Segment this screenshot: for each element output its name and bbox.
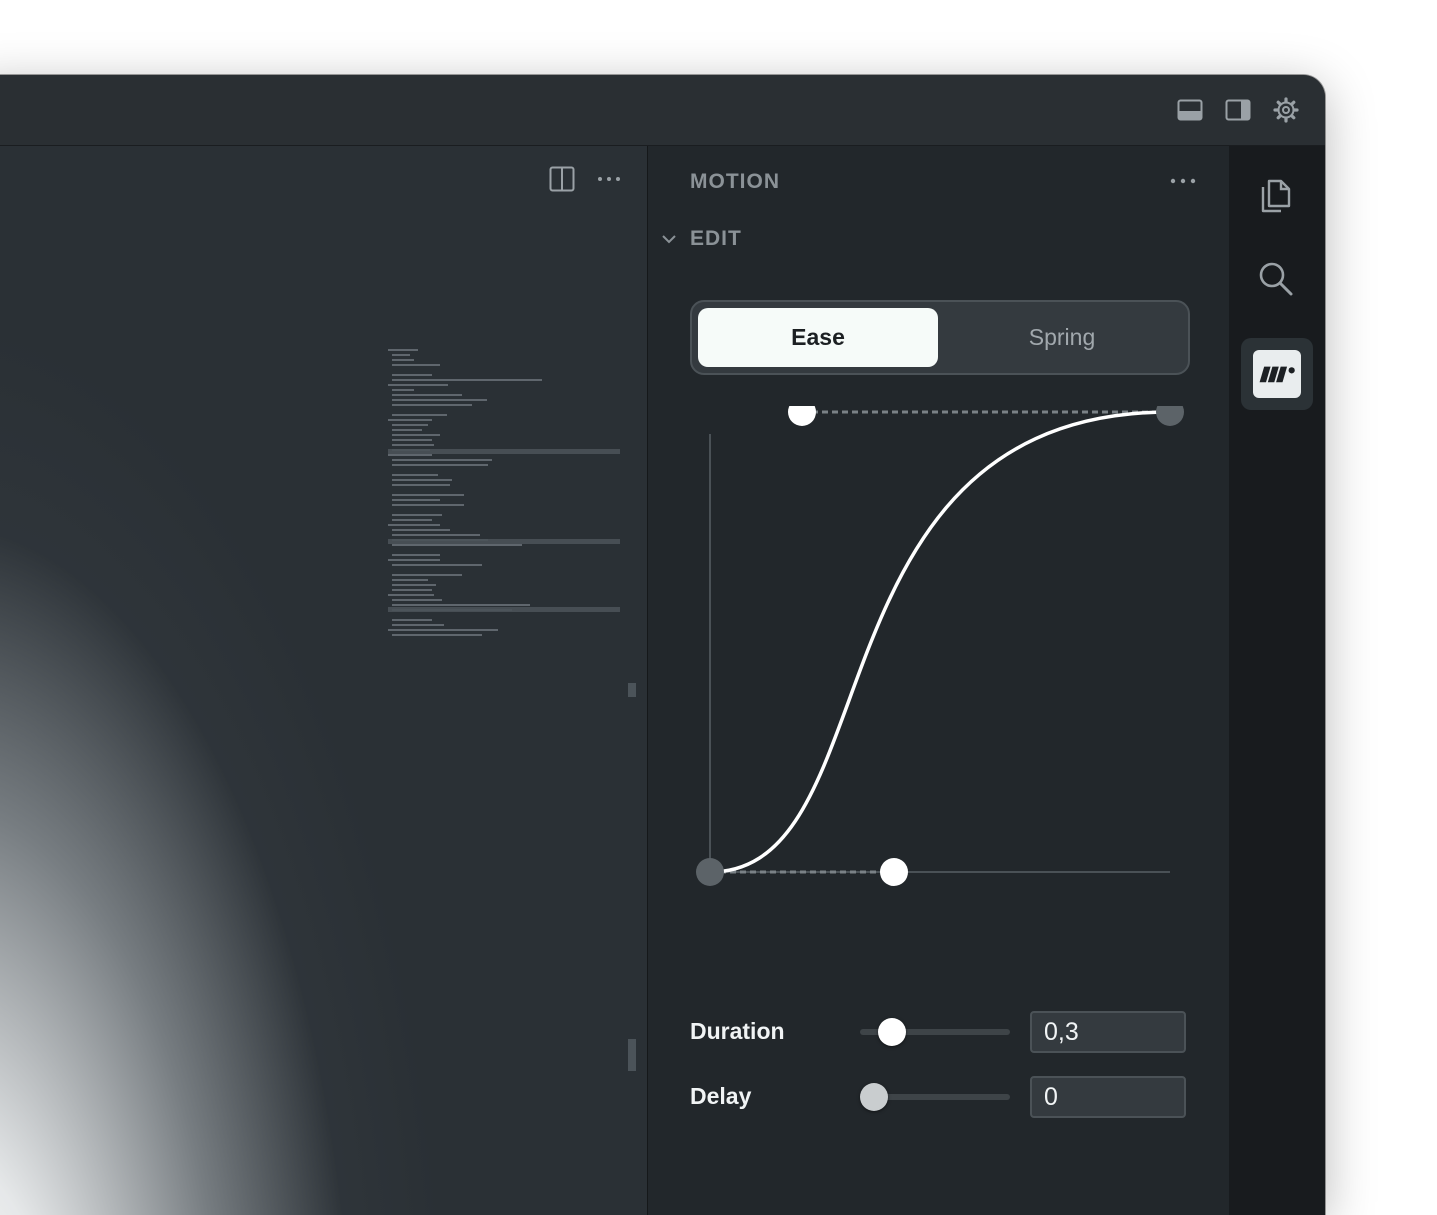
- motion-extension-icon: [1253, 350, 1301, 398]
- files-icon[interactable]: [1255, 173, 1297, 215]
- minimap-line: [392, 379, 542, 381]
- motion-extension-tab[interactable]: [1241, 338, 1313, 410]
- delay-slider[interactable]: [859, 1081, 1010, 1113]
- app-window: MOTION EDIT Ease Spring Duration 0,3 Del…: [0, 75, 1325, 1215]
- minimap-line: [388, 454, 432, 456]
- panel-title: MOTION: [690, 170, 780, 193]
- minimap-line: [392, 439, 432, 441]
- search-icon[interactable]: [1255, 258, 1297, 300]
- easing-curve: [709, 410, 1171, 874]
- panel-right-icon[interactable]: [1225, 97, 1251, 123]
- minimap-line: [388, 384, 448, 386]
- mode-segmented-control: Ease Spring: [690, 300, 1190, 375]
- minimap-line: [392, 499, 440, 501]
- minimap-line: [392, 604, 530, 606]
- more-icon[interactable]: [596, 166, 622, 192]
- minimap-line: [392, 364, 440, 366]
- minimap-line: [388, 594, 434, 596]
- minimap-line: [392, 599, 442, 601]
- slider-thumb[interactable]: [859, 1083, 888, 1111]
- delay-input[interactable]: [1030, 1076, 1186, 1118]
- minimap-line: [392, 554, 440, 556]
- minimap-line: [392, 474, 438, 476]
- minimap-line: [392, 429, 422, 431]
- control-point-1[interactable]: [880, 858, 908, 886]
- split-editor-icon[interactable]: [549, 166, 575, 192]
- delay-label: Delay: [690, 1083, 752, 1109]
- minimap[interactable]: [388, 349, 620, 649]
- minimap-line: [392, 619, 432, 621]
- minimap-line: [392, 359, 414, 361]
- scrollbar-thumb[interactable]: [628, 1039, 636, 1071]
- minimap-line: [388, 349, 418, 351]
- minimap-line: [392, 389, 414, 391]
- gear-icon[interactable]: [1273, 97, 1299, 123]
- scrollbar-marker[interactable]: [628, 683, 636, 697]
- minimap-highlight: [388, 449, 620, 454]
- duration-input[interactable]: [1030, 1011, 1186, 1053]
- duration-slider[interactable]: [860, 1016, 1010, 1048]
- minimap-line: [392, 399, 487, 401]
- ease-tab[interactable]: Ease: [698, 308, 938, 367]
- more-icon[interactable]: [1168, 168, 1198, 194]
- minimap-line: [392, 519, 432, 521]
- duration-label: Duration: [690, 1018, 785, 1044]
- bezier-curve-editor[interactable]: [648, 406, 1230, 926]
- minimap-line: [392, 394, 462, 396]
- editor-fade-overlay: [0, 146, 647, 1215]
- curve-end-point[interactable]: [1156, 406, 1184, 426]
- minimap-line: [392, 504, 464, 506]
- minimap-line: [392, 484, 450, 486]
- minimap-line: [392, 564, 482, 566]
- minimap-line: [392, 589, 432, 591]
- minimap-line: [392, 479, 452, 481]
- minimap-line: [392, 534, 480, 536]
- control-point-2[interactable]: [788, 406, 816, 426]
- title-bar: [0, 75, 1325, 146]
- chevron-down-icon: [662, 235, 676, 244]
- minimap-line: [392, 424, 428, 426]
- minimap-line: [392, 624, 444, 626]
- minimap-highlight: [388, 539, 620, 544]
- minimap-line: [392, 434, 440, 436]
- section-label: EDIT: [690, 227, 742, 250]
- minimap-line: [392, 374, 432, 376]
- minimap-highlight: [388, 607, 620, 612]
- minimap-line: [392, 459, 492, 461]
- spring-tab[interactable]: Spring: [942, 308, 1182, 367]
- minimap-line: [392, 354, 410, 356]
- minimap-line: [392, 414, 447, 416]
- minimap-line: [392, 584, 436, 586]
- minimap-line: [388, 419, 432, 421]
- minimap-line: [392, 634, 482, 636]
- activity-bar: [1229, 146, 1325, 1215]
- minimap-line: [392, 404, 472, 406]
- slider-thumb[interactable]: [877, 1018, 906, 1046]
- curve-start-point[interactable]: [696, 858, 724, 886]
- minimap-line: [392, 529, 450, 531]
- minimap-line: [392, 464, 488, 466]
- minimap-line: [388, 629, 498, 631]
- minimap-line: [388, 524, 440, 526]
- minimap-line: [392, 514, 442, 516]
- minimap-line: [392, 574, 462, 576]
- minimap-line: [388, 559, 440, 561]
- minimap-line: [392, 544, 522, 546]
- minimap-line: [392, 579, 428, 581]
- editor-area: [0, 146, 647, 1215]
- minimap-line: [392, 494, 464, 496]
- panel-bottom-icon[interactable]: [1177, 97, 1203, 123]
- minimap-line: [392, 444, 434, 446]
- motion-panel: MOTION EDIT Ease Spring Duration 0,3 Del…: [647, 146, 1230, 1215]
